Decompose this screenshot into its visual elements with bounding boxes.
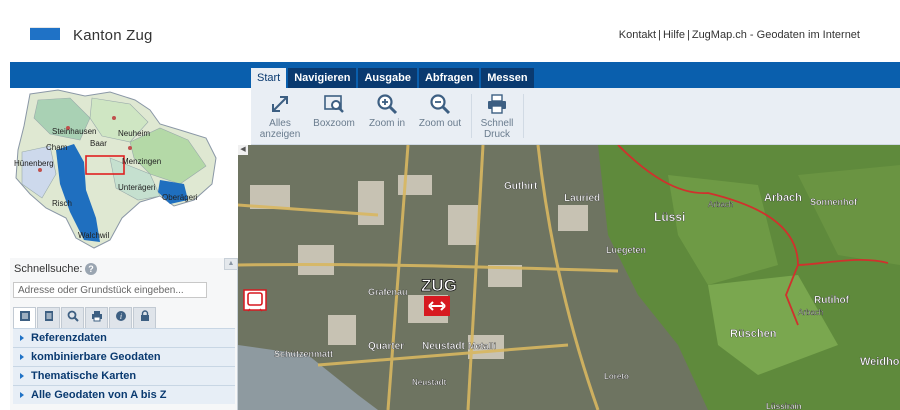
map-view[interactable]: Guthirt Lauried Lüssi Arbach Sonnenhof L…: [238, 145, 900, 410]
map-label: Metalli: [468, 341, 496, 351]
help-icon[interactable]: ?: [85, 263, 97, 275]
schnellsuche-label: Schnellsuche:: [14, 263, 83, 275]
ribbon-toolbar: Alles anzeigen Boxzoom Zoom in Zoom out …: [251, 88, 900, 145]
accordion-thematische-karten[interactable]: Thematische Karten: [13, 366, 235, 385]
search-input[interactable]: [13, 282, 207, 298]
link-zugmap[interactable]: ZugMap.ch - Geodaten im Internet: [692, 29, 860, 41]
tab-navigieren[interactable]: Navigieren: [288, 68, 357, 88]
map-label: Arbach: [764, 192, 802, 204]
expand-arrow-icon: [20, 354, 24, 360]
link-hilfe[interactable]: Hilfe: [663, 29, 685, 41]
overview-map[interactable]: Steinhausen Neuheim Baar Cham Hünenberg …: [10, 88, 238, 258]
expand-arrows-icon: [269, 93, 291, 115]
sbb-station-icon[interactable]: [424, 296, 450, 316]
svg-text:i: i: [119, 312, 121, 321]
site-title[interactable]: Kanton Zug: [73, 27, 153, 44]
lock-icon: [139, 309, 151, 327]
map-label: Weidhof: [860, 356, 900, 368]
svg-text:Cham: Cham: [46, 143, 68, 152]
accordion-kombinierbare-geodaten[interactable]: kombinierbare Geodaten: [13, 347, 235, 366]
document-tab[interactable]: [37, 307, 60, 328]
map-label: Neustadt: [422, 341, 465, 352]
boxzoom-button[interactable]: Boxzoom: [311, 93, 357, 129]
canton-flag-logo[interactable]: [30, 20, 60, 40]
tab-messen[interactable]: Messen: [481, 68, 534, 88]
search-icon: [67, 309, 79, 327]
svg-text:Steinhausen: Steinhausen: [52, 127, 96, 136]
map-label: Lüssirain: [766, 402, 802, 410]
panel-icon-tabs: i: [13, 307, 157, 328]
panel-scroll-up[interactable]: ▲: [224, 258, 238, 270]
alles-anzeigen-button[interactable]: Alles anzeigen: [259, 93, 301, 140]
svg-text:Neuheim: Neuheim: [118, 129, 150, 138]
search-tab[interactable]: [61, 307, 84, 328]
svg-text:Walchwil: Walchwil: [78, 231, 109, 240]
map-label: Arbach: [798, 308, 823, 317]
print-tab[interactable]: [85, 307, 108, 328]
map-label: Schützenmatt: [274, 349, 333, 359]
zoom-out-icon: [429, 93, 451, 115]
printer-icon: [486, 93, 508, 115]
link-separator: |: [686, 29, 690, 41]
map-label: Luegeten: [606, 245, 646, 255]
tab-abfragen[interactable]: Abfragen: [418, 68, 480, 88]
toolbar-divider: [523, 94, 524, 138]
accordion-alle-geodaten[interactable]: Alle Geodaten von A bis Z: [13, 385, 235, 404]
collapse-panel-button[interactable]: ◀: [238, 145, 248, 155]
svg-text:Unterägeri: Unterägeri: [118, 183, 156, 192]
info-tab[interactable]: i: [109, 307, 132, 328]
map-label: Arbach: [708, 200, 733, 209]
left-panel: Steinhausen Neuheim Baar Cham Hünenberg …: [10, 88, 238, 410]
tab-ausgabe[interactable]: Ausgabe: [358, 68, 417, 88]
map-label: Rüschen: [730, 328, 777, 340]
printer-icon: [91, 309, 103, 327]
map-label: Lauried: [564, 193, 600, 204]
train-station-icon[interactable]: [243, 289, 267, 312]
map-label: Guthirt: [504, 181, 538, 192]
svg-text:Menzingen: Menzingen: [122, 157, 161, 166]
layers-tab[interactable]: [13, 307, 36, 328]
svg-text:Baar: Baar: [90, 139, 107, 148]
accordion-referenzdaten[interactable]: Referenzdaten: [13, 328, 235, 347]
svg-text:Hünenberg: Hünenberg: [14, 159, 54, 168]
toolbar-divider: [471, 94, 472, 138]
map-label: Rutihof: [814, 295, 850, 306]
map-label: Quarter: [368, 341, 404, 352]
header-links: Kontakt | Hilfe | ZugMap.ch - Geodaten im In…: [619, 29, 860, 41]
page-header: Kanton Zug Kontakt | Hilfe | ZugMap.ch - Geo…: [0, 0, 900, 62]
svg-text:Risch: Risch: [52, 199, 72, 208]
lock-tab[interactable]: [133, 307, 156, 328]
map-label: Loreto: [604, 372, 629, 381]
city-label: ZUG: [421, 276, 457, 295]
map-label: Sonnenhof: [810, 197, 858, 207]
map-label: Neustadt: [412, 378, 447, 387]
zoom-out-button[interactable]: Zoom out: [417, 93, 463, 129]
expand-arrow-icon: [20, 373, 24, 379]
expand-arrow-icon: [20, 392, 24, 398]
svg-text:Oberägeri: Oberägeri: [162, 193, 198, 202]
map-label: Grafenau: [368, 287, 408, 297]
boxzoom-icon: [323, 93, 345, 115]
document-icon: [43, 309, 55, 327]
zoom-in-icon: [376, 93, 398, 115]
schnell-druck-button[interactable]: Schnell Druck: [477, 93, 517, 140]
link-separator: |: [658, 29, 661, 41]
ribbon-tabs: Start Navigieren Ausgabe Abfragen Messen: [251, 68, 536, 88]
zoom-in-button[interactable]: Zoom in: [365, 93, 409, 129]
tab-start[interactable]: Start: [251, 68, 287, 88]
link-kontakt[interactable]: Kontakt: [619, 29, 656, 41]
layers-icon: [19, 309, 31, 327]
info-icon: i: [115, 309, 127, 327]
expand-arrow-icon: [20, 335, 24, 341]
map-label: Lüssi: [654, 210, 685, 224]
